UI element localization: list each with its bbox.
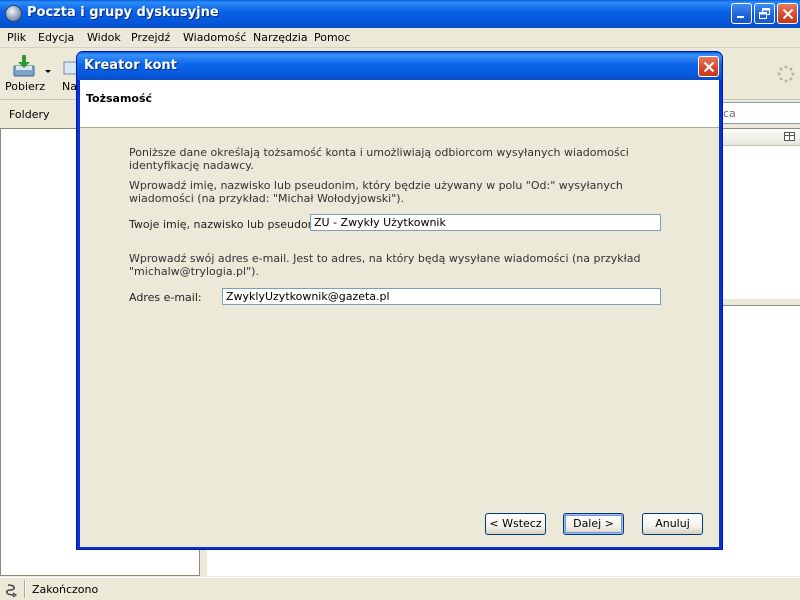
cancel-button[interactable]: Anuluj	[642, 513, 703, 535]
throbber-icon	[777, 65, 795, 83]
get-mail-icon	[13, 55, 35, 77]
get-mail-label: Pobierz	[5, 80, 46, 93]
menu-wiadomosc[interactable]: Wiadomość	[183, 31, 246, 44]
status-icon	[5, 584, 18, 598]
dialog-close-button[interactable]	[698, 56, 719, 77]
column-picker-icon[interactable]	[784, 132, 796, 143]
minimize-icon	[737, 16, 744, 18]
page-heading: Tożsamość	[86, 92, 153, 105]
menu-pomoc[interactable]: Pomoc	[314, 31, 350, 44]
folders-header: Foldery	[0, 101, 80, 127]
app-icon	[5, 5, 22, 22]
window-title: Poczta i grupy dyskusyjne	[27, 5, 219, 20]
name-input[interactable]: ZU - Zwykły Użytkownik	[310, 214, 661, 231]
menu-plik[interactable]: Plik	[7, 31, 26, 44]
restore-button[interactable]	[754, 3, 775, 24]
name-help-text: Wprowadź imię, nazwisko lub pseudonim, k…	[129, 179, 623, 205]
get-mail-button[interactable]: Pobierz	[3, 53, 47, 97]
minimize-button[interactable]	[731, 3, 752, 24]
search-placeholder: ca	[723, 107, 736, 120]
menubar: Plik Edycja Widok Przejdź Wiadomość Narz…	[0, 28, 800, 48]
menu-edycja[interactable]: Edycja	[38, 31, 74, 44]
dropdown-arrow-icon[interactable]	[44, 68, 52, 76]
search-input[interactable]: ca	[720, 102, 800, 124]
maximize-icon	[759, 8, 770, 19]
intro-text: Poniższe dane określają tożsamość konta …	[129, 146, 629, 172]
menu-przejdz[interactable]: Przejdź	[131, 31, 170, 44]
account-wizard-dialog: Kreator kont Tożsamość Poniższe dane okr…	[76, 51, 723, 550]
status-bar: Zakończono	[0, 577, 800, 600]
close-icon	[782, 8, 794, 20]
wizard-page-header: Tożsamość	[80, 80, 719, 128]
status-separator	[24, 580, 26, 598]
email-label: Adres e-mail:	[129, 291, 202, 304]
email-input[interactable]: ZwyklyUzytkownik@gazeta.pl	[222, 288, 661, 305]
dialog-titlebar[interactable]: Kreator kont	[77, 52, 722, 80]
email-help-text: Wprowadź swój adres e-mail. Jest to adre…	[129, 252, 641, 278]
next-button[interactable]: Dalej >	[563, 513, 624, 535]
toolbar-button-partial-label: Na	[62, 80, 77, 93]
close-icon	[703, 61, 715, 73]
back-button[interactable]: < Wstecz	[485, 513, 546, 535]
menu-widok[interactable]: Widok	[87, 31, 121, 44]
name-label: Twoje imię, nazwisko lub pseudonim:	[129, 218, 333, 231]
status-text: Zakończono	[32, 583, 99, 596]
folders-label: Foldery	[9, 108, 50, 121]
dialog-title: Kreator kont	[84, 58, 177, 73]
dialog-body: Tożsamość Poniższe dane określają tożsam…	[80, 80, 719, 547]
menu-narzedzia[interactable]: Narzędzia	[253, 31, 308, 44]
close-window-button[interactable]	[777, 3, 798, 24]
main-titlebar: Poczta i grupy dyskusyjne	[0, 0, 800, 28]
